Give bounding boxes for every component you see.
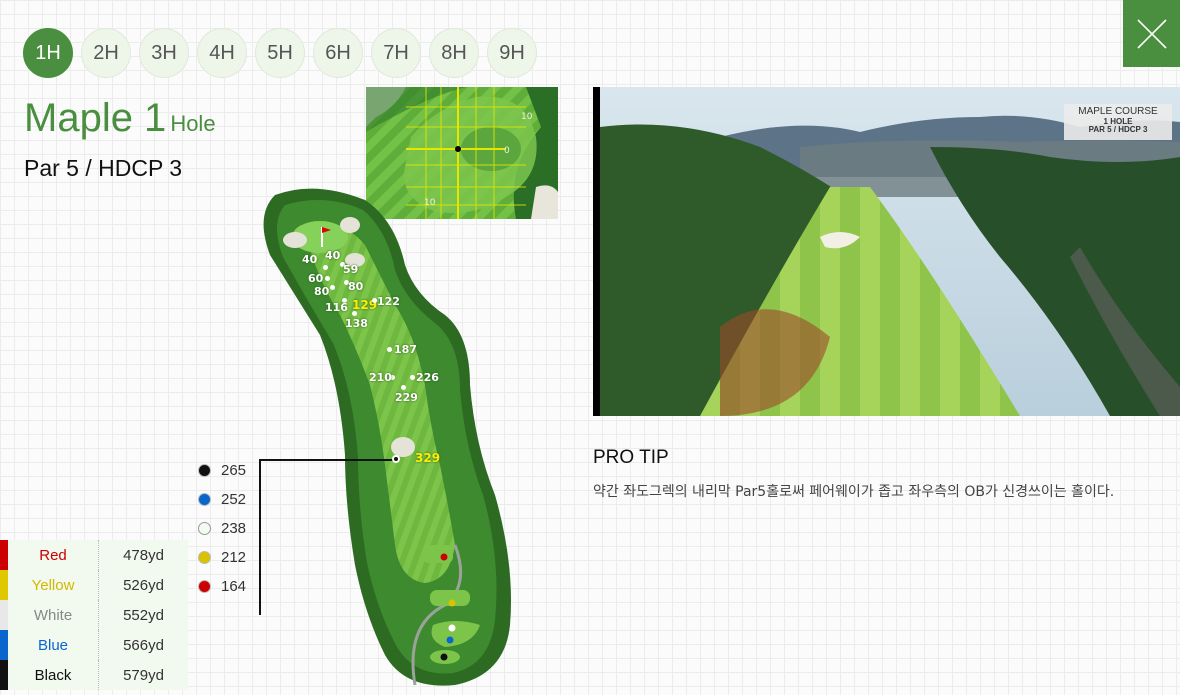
tee-row-yellow: Yellow 526yd [0,570,188,600]
distance-label: 40 [302,253,318,266]
distance-label: 59 [343,263,359,276]
tee-distance-white: 238 [198,514,246,543]
hole-title: Maple 1 Hole [24,96,216,141]
tee-color-bar [0,540,8,570]
tee-distance-list: 265 252 238 212 164 [198,456,246,601]
tee-distance-blue: 252 [198,485,246,514]
pointer-line [259,459,261,615]
tab-hole-2[interactable]: 2H [81,28,131,78]
svg-text:0: 0 [504,146,510,156]
pointer-marker [392,455,400,463]
distance-label: 187 [394,343,417,356]
distance-marker [325,276,330,281]
close-icon [1137,19,1167,49]
distance-label: 122 [377,295,400,308]
pro-tip-heading: PRO TIP [593,447,669,468]
par-hdcp: Par 5 / HDCP 3 [24,155,183,181]
distance-marker [323,265,328,270]
blue-dot-icon [198,493,211,506]
distance-label: 40 [325,249,341,262]
distance-label: 226 [416,371,439,384]
tee-row-red: Red 478yd [0,540,188,570]
tee-color-bar [0,600,8,630]
svg-text:10: 10 [521,112,533,122]
tee-distance-yellow: 212 [198,543,246,572]
tee-distance-red: 164 [198,572,246,601]
tab-hole-5[interactable]: 5H [255,28,305,78]
distance-label: 60 [308,272,324,285]
pro-tip-text: 약간 좌도그렉의 내리막 Par5홀로써 페어웨이가 좁고 좌우측의 OB가 신… [593,484,1115,500]
distance-label: 138 [345,317,368,330]
yellow-dot-icon [198,551,211,564]
tee-row-black: Black 579yd [0,660,188,690]
distance-marker [387,347,392,352]
distance-label: 80 [314,285,330,298]
close-button[interactable] [1123,0,1180,67]
photo-caption-badge: MAPLE COURSE 1 HOLE PAR 5 / HDCP 3 [1064,104,1172,140]
distance-marker [401,385,406,390]
hole-title-main: Maple 1 [24,96,167,140]
hole-title-sub: Hole [170,111,216,136]
tee-row-white: White 552yd [0,600,188,630]
black-dot-icon [198,464,211,477]
tab-hole-3[interactable]: 3H [139,28,189,78]
tee-distance-black: 265 [198,456,246,485]
tab-hole-1[interactable]: 1H [23,28,73,78]
red-dot-icon [198,580,211,593]
tee-color-bar [0,660,8,690]
tab-hole-8[interactable]: 8H [429,28,479,78]
distance-marker [330,285,335,290]
distance-label: 229 [395,391,418,404]
hole-aerial-photo: MAPLE COURSE 1 HOLE PAR 5 / HDCP 3 [593,87,1180,416]
tab-hole-4[interactable]: 4H [197,28,247,78]
pointer-line [259,459,397,461]
distance-label: 116 [325,301,348,314]
tab-hole-9[interactable]: 9H [487,28,537,78]
tab-hole-7[interactable]: 7H [371,28,421,78]
tee-color-bar [0,570,8,600]
tee-row-blue: Blue 566yd [0,630,188,660]
distance-marker [352,311,357,316]
tee-color-bar [0,630,8,660]
course-map: 40 40 59 60 80 80 116 129 122 138 187 21… [255,185,525,695]
tab-hole-6[interactable]: 6H [313,28,363,78]
tee-yardage-table: Red 478yd Yellow 526yd White 552yd Blue … [0,540,188,690]
white-dot-icon [198,522,211,535]
distance-label: 210 [369,371,392,384]
distance-label-highlight: 329 [415,451,441,465]
distance-marker [410,375,415,380]
hole-tabs: 1H 2H 3H 4H 5H 6H 7H 8H 9H [23,28,537,78]
distance-label: 80 [348,280,364,293]
